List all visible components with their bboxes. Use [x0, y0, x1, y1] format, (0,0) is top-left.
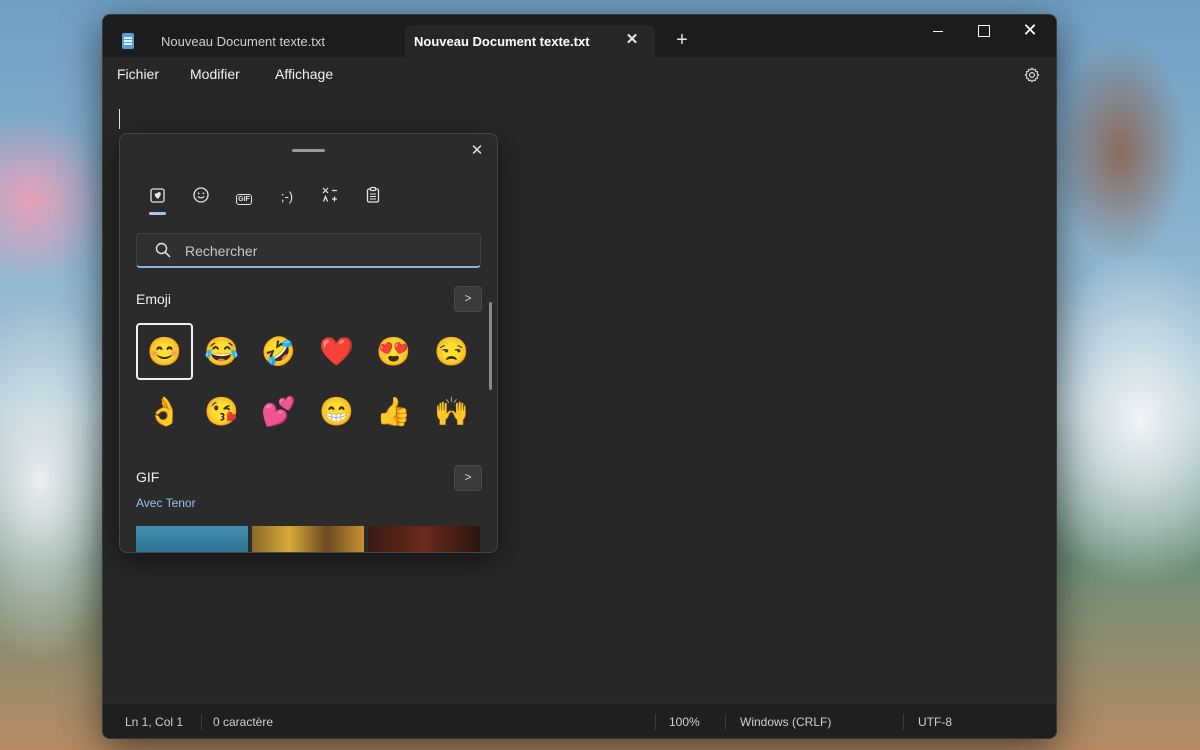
emoji-item[interactable]: 👍: [365, 383, 422, 440]
text-caret: [119, 109, 120, 129]
emoji-item[interactable]: 😁: [308, 383, 365, 440]
gif-thumbnail[interactable]: [252, 526, 364, 552]
new-tab-button[interactable]: +: [671, 29, 693, 51]
title-bar[interactable]: Nouveau Document texte.txt Nouveau Docum…: [103, 15, 1056, 57]
tab-document-2-active[interactable]: Nouveau Document texte.txt ✕: [405, 25, 655, 57]
emoji-item[interactable]: 😍: [365, 323, 422, 380]
symbols-icon[interactable]: [318, 186, 342, 208]
close-window-button[interactable]: ✕: [1007, 15, 1053, 47]
status-cursor-position: Ln 1, Col 1: [125, 715, 184, 729]
maximize-button[interactable]: [961, 15, 1007, 47]
minimize-icon: [933, 30, 943, 32]
notepad-icon: [122, 33, 134, 49]
close-tab-button[interactable]: ✕: [623, 31, 641, 49]
emoji-item[interactable]: 😂: [193, 323, 250, 380]
menu-view[interactable]: Affichage: [275, 66, 333, 82]
search-icon: [155, 242, 171, 258]
status-divider: [903, 714, 904, 730]
emoji-picker-panel: ✕ GIF ;-) Emoji > 😊 😂 🤣 ❤️ 😍 😒 👌 😘 💕 😁 👍…: [119, 133, 498, 553]
emoji-item[interactable]: 😊: [136, 323, 193, 380]
gif-thumbnail[interactable]: [136, 526, 248, 552]
smiley-icon[interactable]: [189, 186, 213, 208]
emoji-item[interactable]: 🤣: [250, 323, 307, 380]
status-char-count: 0 caractère: [213, 715, 274, 729]
search-box[interactable]: [136, 233, 481, 268]
status-line-ending[interactable]: Windows (CRLF): [740, 715, 831, 729]
status-divider: [201, 714, 202, 730]
menu-file[interactable]: Fichier: [117, 66, 159, 82]
emoji-section-title: Emoji: [136, 291, 172, 307]
active-category-indicator: [149, 212, 166, 215]
gif-provider-label: Avec Tenor: [136, 496, 196, 510]
gif-section-title: GIF: [136, 469, 160, 485]
kaomoji-icon[interactable]: ;-): [275, 186, 299, 208]
minimize-button[interactable]: [915, 15, 961, 47]
status-divider: [725, 714, 726, 730]
menu-bar: Fichier Modifier Affichage: [103, 57, 1056, 93]
drag-handle[interactable]: [292, 149, 325, 152]
emoji-item[interactable]: 🙌: [423, 383, 480, 440]
search-input[interactable]: [183, 240, 467, 262]
emoji-item[interactable]: 😒: [423, 323, 480, 380]
gif-icon-label: GIF: [236, 194, 252, 205]
status-encoding[interactable]: UTF-8: [918, 715, 952, 729]
tab-label: Nouveau Document texte.txt: [161, 33, 326, 49]
gif-thumbnail[interactable]: [368, 526, 480, 552]
menu-edit[interactable]: Modifier: [190, 66, 240, 82]
status-bar: Ln 1, Col 1 0 caractère 100% Windows (CR…: [103, 703, 1056, 738]
emoji-item[interactable]: 😘: [193, 383, 250, 440]
settings-gear-icon[interactable]: [1024, 67, 1040, 83]
favorites-icon[interactable]: [146, 186, 170, 208]
picker-scrollbar[interactable]: [489, 302, 492, 390]
status-divider: [655, 714, 656, 730]
emoji-more-button[interactable]: >: [454, 286, 482, 312]
emoji-item[interactable]: ❤️: [308, 323, 365, 380]
maximize-icon: [978, 25, 990, 38]
close-picker-button[interactable]: ✕: [466, 140, 488, 162]
emoji-item[interactable]: 👌: [136, 383, 193, 440]
tab-document-1[interactable]: Nouveau Document texte.txt: [113, 25, 403, 57]
gif-more-button[interactable]: >: [454, 465, 482, 491]
clipboard-icon[interactable]: [361, 186, 385, 208]
emoji-grid: 😊 😂 🤣 ❤️ 😍 😒 👌 😘 💕 😁 👍 🙌: [136, 323, 482, 443]
emoji-item[interactable]: 💕: [250, 383, 307, 440]
tab-label: Nouveau Document texte.txt: [414, 33, 590, 49]
status-zoom[interactable]: 100%: [669, 715, 700, 729]
gif-icon[interactable]: GIF: [232, 186, 256, 208]
